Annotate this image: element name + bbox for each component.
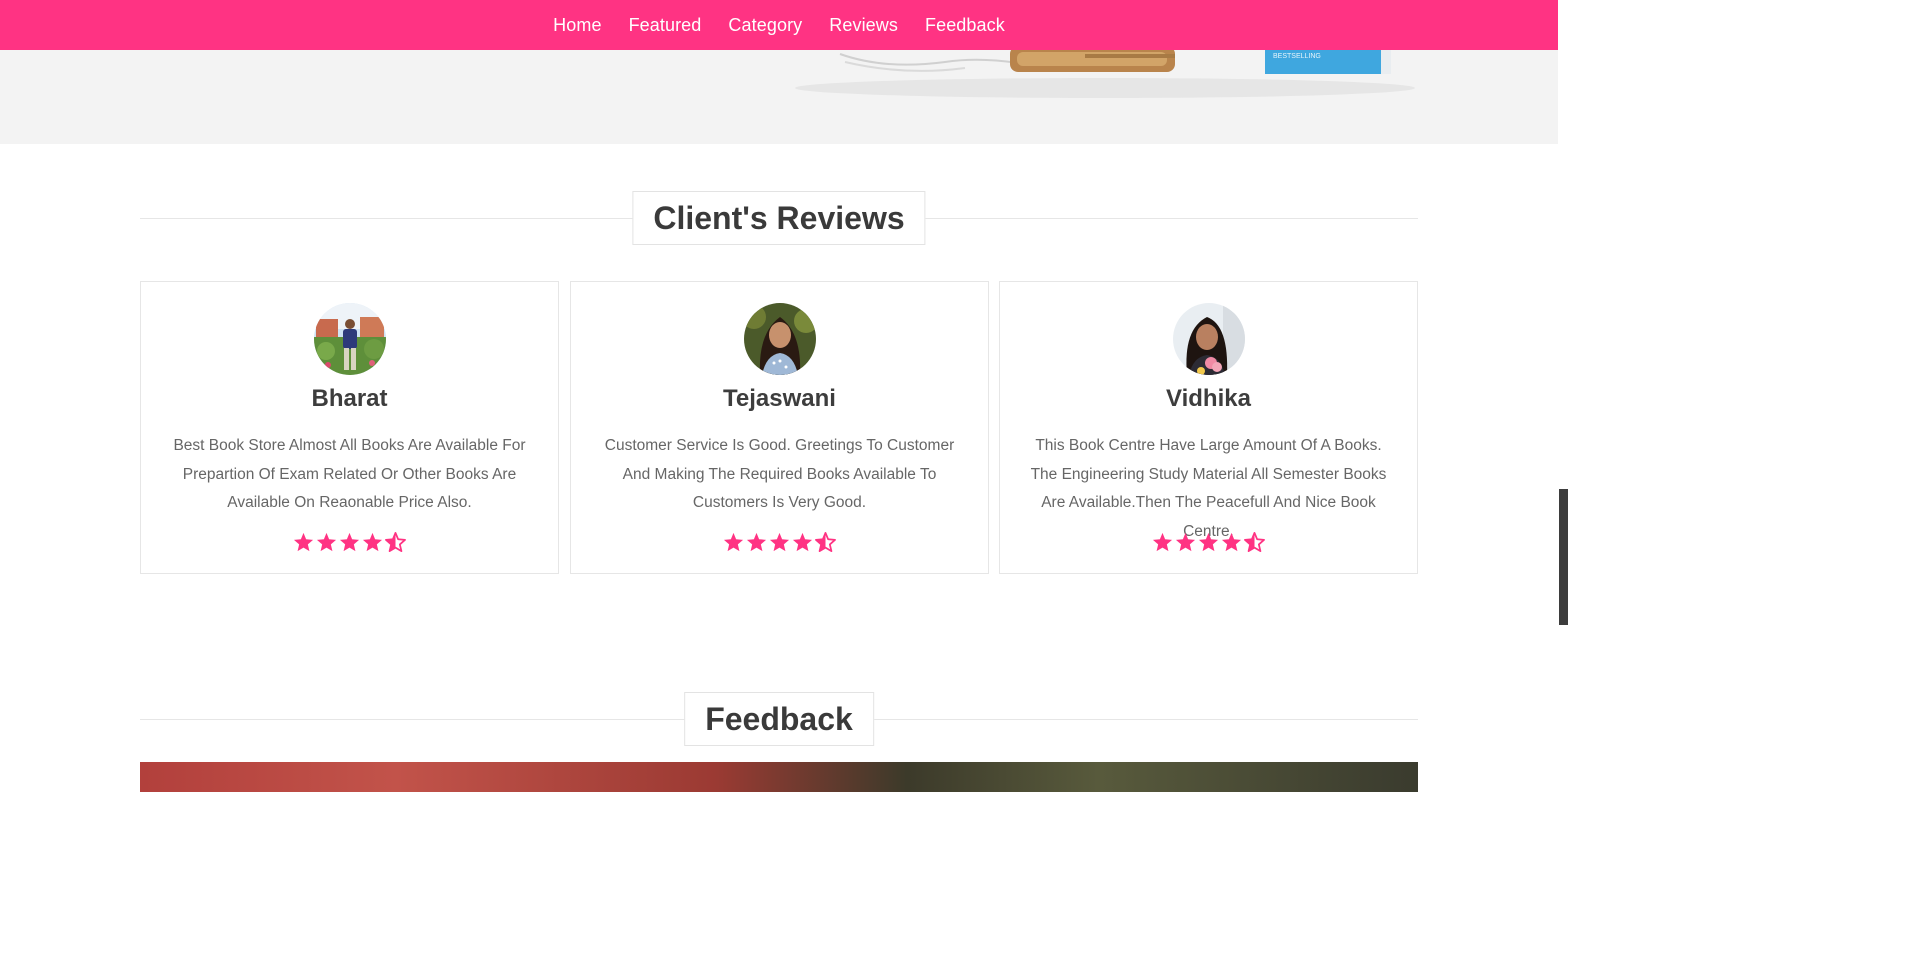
reviews-section-title: Client's Reviews bbox=[632, 191, 926, 245]
review-text: Customer Service Is Good. Greetings To C… bbox=[604, 437, 955, 511]
reviewer-photo bbox=[743, 303, 816, 375]
avatar bbox=[313, 303, 386, 375]
review-card-tejaswani: Tejaswani Customer Service Is Good. Gree… bbox=[570, 281, 989, 574]
reviewer-name: Tejaswani bbox=[723, 385, 836, 412]
star-rating bbox=[141, 532, 558, 552]
star-half-icon bbox=[815, 532, 836, 552]
review-text: This Book Centre Have Large Amount Of A … bbox=[1030, 437, 1387, 540]
reviewer-photo bbox=[1172, 303, 1245, 375]
star-full-icon bbox=[1152, 532, 1173, 552]
page: BESTSELLING Home Featured Category Revie… bbox=[0, 0, 1568, 792]
star-full-icon bbox=[769, 532, 790, 552]
star-full-icon bbox=[792, 532, 813, 552]
banner-book-caption: BESTSELLING bbox=[1273, 53, 1321, 60]
star-full-icon bbox=[339, 532, 360, 552]
feedback-heading: Feedback bbox=[140, 692, 1418, 746]
star-half-icon bbox=[1244, 532, 1265, 552]
star-full-icon bbox=[723, 532, 744, 552]
star-full-icon bbox=[1198, 532, 1219, 552]
review-text: Best Book Store Almost All Books Are Ava… bbox=[173, 437, 526, 511]
review-card-vidhika: Vidhika This Book Centre Have Large Amou… bbox=[999, 281, 1418, 574]
nav-category-link[interactable]: Category bbox=[728, 15, 802, 36]
star-full-icon bbox=[1175, 532, 1196, 552]
feedback-background-image bbox=[140, 762, 1418, 792]
star-rating bbox=[1000, 532, 1417, 552]
avatar bbox=[743, 303, 816, 375]
star-full-icon bbox=[746, 532, 767, 552]
reviews-list: Bharat Best Book Store Almost All Books … bbox=[140, 281, 1418, 574]
reviewer-name: Bharat bbox=[311, 385, 388, 412]
top-navigation: Home Featured Category Reviews Feedback bbox=[0, 0, 1558, 50]
feedback-section-title: Feedback bbox=[684, 692, 874, 746]
review-card-bharat: Bharat Best Book Store Almost All Books … bbox=[140, 281, 559, 574]
scrollbar-thumb[interactable] bbox=[1559, 489, 1568, 625]
nav-featured-link[interactable]: Featured bbox=[629, 15, 702, 36]
nav-reviews-link[interactable]: Reviews bbox=[829, 15, 898, 36]
reviewer-photo bbox=[313, 303, 386, 375]
reviews-heading: Client's Reviews bbox=[140, 191, 1418, 245]
nav-home-link[interactable]: Home bbox=[553, 15, 601, 36]
reviewer-name: Vidhika bbox=[1166, 385, 1251, 412]
avatar bbox=[1172, 303, 1245, 375]
star-full-icon bbox=[362, 532, 383, 552]
star-full-icon bbox=[1221, 532, 1242, 552]
nav-feedback-link[interactable]: Feedback bbox=[925, 15, 1005, 36]
star-rating bbox=[571, 532, 988, 552]
star-half-icon bbox=[385, 532, 406, 552]
star-full-icon bbox=[293, 532, 314, 552]
star-full-icon bbox=[316, 532, 337, 552]
